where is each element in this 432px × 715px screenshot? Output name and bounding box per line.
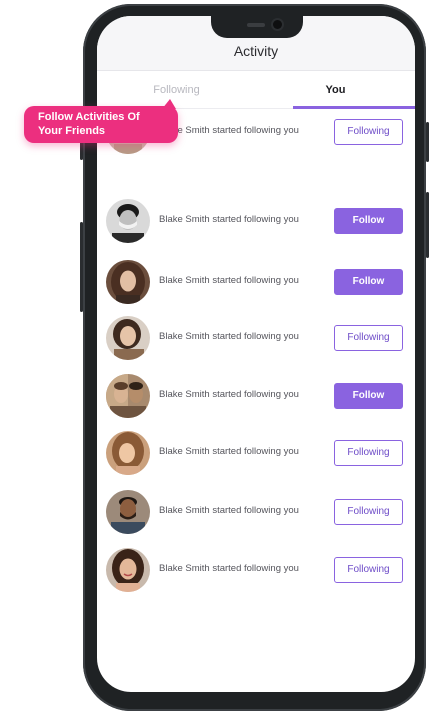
following-button[interactable]: Following xyxy=(334,119,403,145)
page-title: Activity xyxy=(233,43,279,59)
list-item: Blake Smith started following you Follow… xyxy=(97,488,415,536)
activity-text: Blake Smith started following you xyxy=(159,125,299,136)
list-item: Blake Smith started following you Follow… xyxy=(97,429,415,477)
activity-text: Blake Smith started following you xyxy=(159,331,299,342)
phone-notch xyxy=(211,16,303,38)
avatar[interactable] xyxy=(106,260,150,304)
tooltip-tail xyxy=(162,99,176,109)
list-item: Blake Smith started following you Follow… xyxy=(97,546,415,594)
follow-button[interactable]: Follow xyxy=(334,208,403,234)
activity-text: Blake Smith started following you xyxy=(159,505,299,516)
tooltip-text-line-2: Your Friends xyxy=(38,125,106,137)
speaker-grille xyxy=(247,23,265,27)
list-item: Blake Smith started following you Follow xyxy=(97,258,415,306)
activity-list: Blake Smith started following you Follow… xyxy=(97,110,415,692)
phone-side-button xyxy=(426,122,429,162)
activity-text: Blake Smith started following you xyxy=(159,446,299,457)
phone-side-button xyxy=(80,222,83,312)
activity-text: Blake Smith started following you xyxy=(159,389,299,400)
avatar[interactable] xyxy=(106,431,150,475)
follow-button[interactable]: Follow xyxy=(334,383,403,409)
following-button[interactable]: Following xyxy=(334,499,403,525)
avatar[interactable] xyxy=(106,374,150,418)
following-button[interactable]: Following xyxy=(334,557,403,583)
avatar[interactable] xyxy=(106,490,150,534)
tooltip-callout: Follow Activities Of Your Friends xyxy=(24,99,178,143)
tooltip-text-line-1: Follow Activities Of xyxy=(38,111,140,123)
front-camera-icon xyxy=(273,20,282,29)
avatar[interactable] xyxy=(106,199,150,243)
tab-following[interactable]: Following xyxy=(97,71,256,109)
phone-side-button xyxy=(426,192,429,258)
follow-button[interactable]: Follow xyxy=(334,269,403,295)
avatar[interactable] xyxy=(106,548,150,592)
list-item: Blake Smith started following you Follow xyxy=(97,372,415,420)
activity-text: Blake Smith started following you xyxy=(159,214,299,225)
list-item: Blake Smith started following you Follow xyxy=(97,197,415,245)
activity-text: Blake Smith started following you xyxy=(159,563,299,574)
tab-you[interactable]: You xyxy=(256,71,415,109)
activity-text: Blake Smith started following you xyxy=(159,275,299,286)
following-button[interactable]: Following xyxy=(334,440,403,466)
following-button[interactable]: Following xyxy=(334,325,403,351)
list-item: Blake Smith started following you Follow… xyxy=(97,314,415,362)
avatar[interactable] xyxy=(106,316,150,360)
tab-bar: Following You xyxy=(97,71,415,109)
